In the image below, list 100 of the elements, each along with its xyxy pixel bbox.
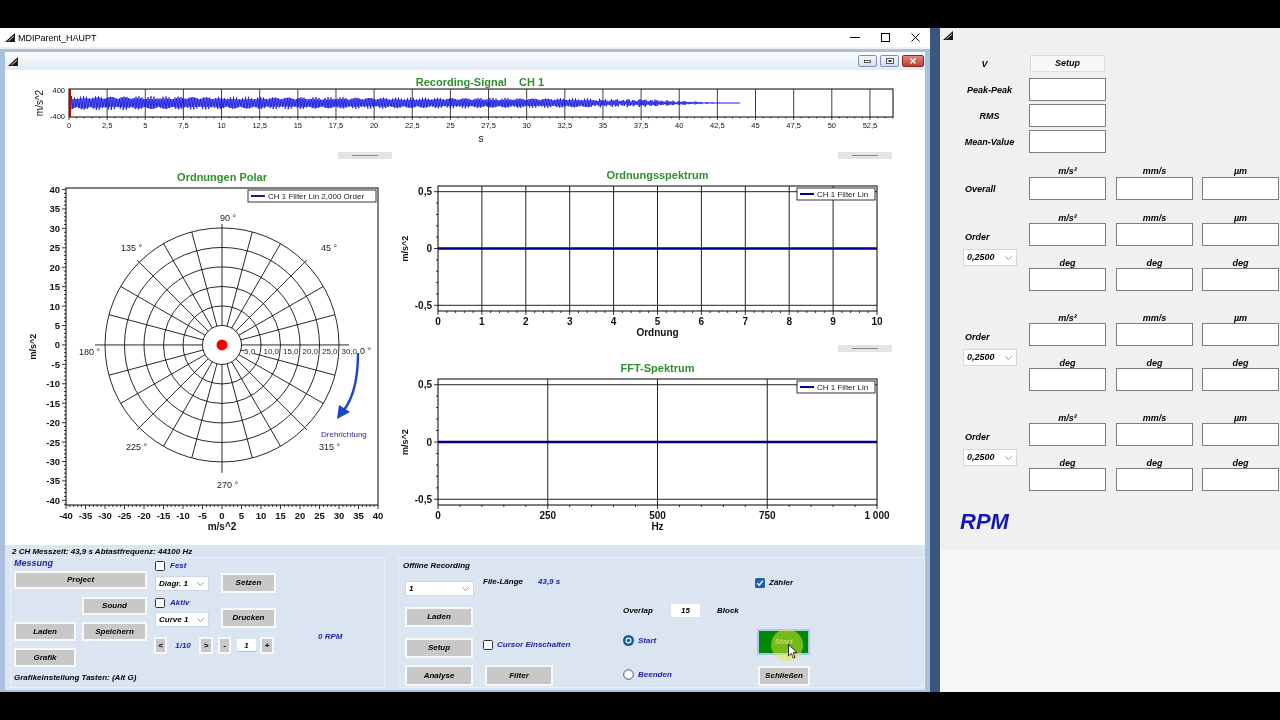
checkbox[interactable]	[483, 640, 493, 650]
app-logo-icon	[8, 56, 18, 66]
splitter-handle[interactable]	[838, 152, 892, 159]
minimize-icon	[864, 59, 871, 63]
value-field[interactable]	[1029, 268, 1106, 291]
field-label: Block	[717, 605, 739, 616]
tick-label: 0,5	[418, 379, 432, 391]
tick-label: -0,5	[414, 493, 432, 505]
tick-label: 30	[49, 222, 60, 234]
load-button[interactable]: Laden	[14, 622, 76, 641]
tick-label: 10	[871, 316, 883, 327]
value-field[interactable]	[1029, 104, 1106, 127]
value-field[interactable]	[1029, 368, 1106, 391]
legend-label: CH 1 Filter Lin	[817, 383, 869, 392]
order-select[interactable]: 0,2500	[963, 349, 1017, 366]
checkbox-label[interactable]: Aktiv	[170, 598, 190, 608]
checkbox-label[interactable]: Cursor Einschalten	[497, 640, 571, 650]
tick-label: 40	[372, 510, 384, 521]
splitter-handle[interactable]	[338, 152, 392, 159]
curve-select[interactable]: Curve 1	[155, 612, 209, 627]
value-field[interactable]	[1029, 468, 1106, 491]
ring-label: 25,0	[322, 347, 338, 356]
load-button[interactable]: Laden	[405, 607, 473, 627]
order-select[interactable]: 0,2500	[963, 249, 1017, 266]
tick-label: 1 000	[864, 510, 890, 521]
checkbox[interactable]	[155, 561, 165, 571]
graphics-button[interactable]: Grafik	[14, 648, 76, 667]
value-field[interactable]	[1202, 177, 1279, 200]
value-field[interactable]	[1029, 177, 1106, 200]
print-button[interactable]: Drucken	[221, 608, 276, 628]
analyze-button[interactable]: Analyse	[405, 665, 473, 686]
splitter-handle[interactable]	[838, 345, 892, 352]
next-button[interactable]: >	[199, 637, 213, 654]
tick-label: -40	[46, 494, 60, 506]
previous-button[interactable]: <	[154, 637, 167, 654]
value-field[interactable]	[1116, 368, 1193, 391]
ring-label: 10,0	[263, 347, 280, 356]
value-field[interactable]	[1116, 468, 1193, 491]
tick-label: 20	[294, 510, 306, 521]
value-field[interactable]	[1116, 268, 1193, 291]
value-field[interactable]	[1029, 223, 1106, 246]
close-button[interactable]: Schließen	[758, 666, 810, 686]
tick-label: -20	[137, 510, 151, 521]
field-label: File-Länge	[483, 577, 523, 587]
number-field[interactable]: 1	[237, 639, 256, 652]
restore-button[interactable]	[880, 55, 899, 67]
tick-label: 6	[698, 316, 705, 327]
chevron-down-icon	[462, 586, 469, 591]
tick-label: -0,5	[414, 299, 432, 311]
value-field[interactable]	[1029, 130, 1106, 153]
tick-label: 0	[219, 510, 225, 521]
chevron-down-icon	[197, 581, 204, 586]
value-field[interactable]	[1116, 323, 1193, 346]
checkbox-label[interactable]: Zähler	[769, 578, 793, 588]
group-title: Messung	[14, 558, 53, 568]
value-field[interactable]	[1116, 177, 1193, 200]
y-axis-label: m/s^2	[28, 333, 38, 360]
minimize-button[interactable]	[858, 55, 877, 67]
tick-label: 7	[742, 316, 749, 327]
close-button[interactable]	[902, 55, 924, 67]
tick-label: 40	[49, 184, 60, 196]
legend-label: CH 1 Filter Lin 2,000 Order	[268, 192, 365, 201]
decrement-button[interactable]: -	[218, 637, 231, 654]
order-select[interactable]: 0,2500	[963, 449, 1017, 466]
value-field[interactable]	[1202, 423, 1279, 446]
radio-button[interactable]	[623, 669, 634, 680]
file-select[interactable]: 1	[405, 581, 474, 596]
hint-text: Grafikeinstellung Tasten: (Alt G)	[14, 673, 137, 683]
increment-button[interactable]: +	[260, 637, 274, 654]
value-field[interactable]	[1202, 468, 1279, 491]
x-axis-label: s	[478, 133, 484, 144]
value-field[interactable]	[1029, 78, 1106, 101]
radio-button[interactable]	[623, 635, 634, 646]
value-field[interactable]	[1116, 223, 1193, 246]
checkbox[interactable]	[755, 578, 765, 588]
field-label: Overall	[965, 183, 996, 194]
value-field[interactable]	[1202, 368, 1279, 391]
tick-label: -35	[78, 510, 93, 521]
angle-label: 135 °	[120, 243, 142, 253]
checkbox[interactable]	[155, 598, 165, 608]
setup-button[interactable]: Setup	[405, 638, 473, 658]
overlap-field[interactable]: 15	[671, 604, 700, 617]
set-button[interactable]: Setzen	[221, 573, 276, 593]
value-field[interactable]	[1202, 323, 1279, 346]
radio-label[interactable]: Start	[638, 635, 657, 646]
project-button[interactable]: Project	[14, 571, 147, 589]
value-field[interactable]	[1116, 423, 1193, 446]
save-button[interactable]: Speichern	[82, 622, 147, 641]
setup-button[interactable]: Setup	[1030, 55, 1105, 72]
value-field[interactable]	[1202, 268, 1279, 291]
tick-label: 0	[426, 436, 432, 448]
value-field[interactable]	[1029, 423, 1106, 446]
value-field[interactable]	[1029, 323, 1106, 346]
radio-label[interactable]: Beenden	[638, 669, 672, 680]
diagram-select[interactable]: Diagr. 1	[155, 576, 209, 591]
checkbox-label[interactable]: Fest	[170, 561, 187, 571]
filter-button[interactable]: Filter	[485, 665, 553, 686]
sound-button[interactable]: Sound	[82, 597, 147, 615]
maximize-icon	[880, 33, 890, 42]
value-field[interactable]	[1202, 223, 1279, 246]
